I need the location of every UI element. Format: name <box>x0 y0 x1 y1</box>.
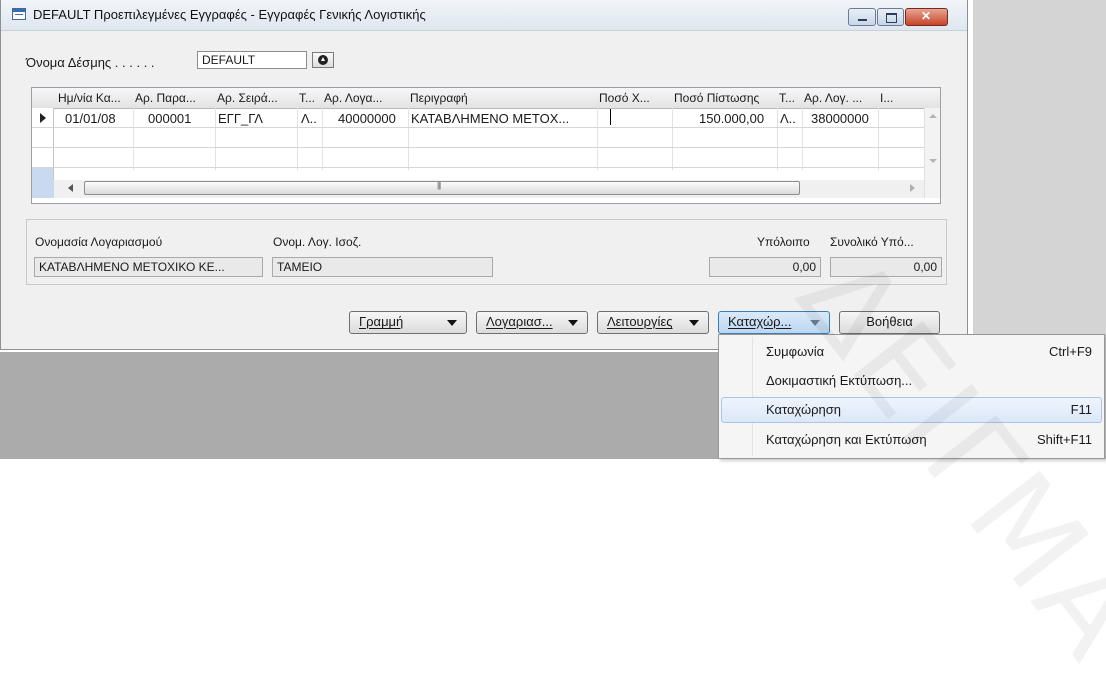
dropdown-arrow-icon <box>568 320 578 326</box>
column-header-account-no[interactable]: Αρ. Λογα... <box>324 91 407 105</box>
form-icon <box>12 8 26 20</box>
batch-name-label: Όνομα Δέσμης . . . . . . <box>26 55 155 70</box>
help-button-label: Βοήθεια <box>866 314 913 329</box>
dropdown-arrow-icon <box>810 320 820 326</box>
help-button[interactable]: Βοήθεια <box>839 311 940 334</box>
grid-header: Ημ/νία Κα... Αρ. Παρα... Αρ. Σειρά... Τ.… <box>32 88 940 109</box>
account-menu-button[interactable]: Λογαριασ... <box>476 311 588 334</box>
post-button-label: Καταχώρ... <box>728 314 792 329</box>
scroll-left-icon[interactable] <box>68 184 73 192</box>
cell-posting-date[interactable]: 01/01/08 <box>65 111 116 126</box>
menu-item-post-and-print[interactable]: Καταχώρηση και Εκτύπωση Shift+F11 <box>721 427 1102 453</box>
column-header-bal-type[interactable]: Τ... <box>779 91 801 105</box>
menu-item-shortcut: Ctrl+F9 <box>1049 344 1092 359</box>
row-selector[interactable] <box>32 168 54 180</box>
account-name-label: Ονομασία Λογαριασμού <box>35 235 163 249</box>
cell-credit[interactable]: 150.000,00 <box>699 111 764 126</box>
maximize-button[interactable] <box>877 8 904 26</box>
line-button-label: Γραμμή <box>359 314 404 329</box>
post-dropdown-menu: Συμφωνία Ctrl+F9 Δοκιμαστική Εκτύπωση...… <box>718 334 1105 459</box>
total-balance-field: 0,00 <box>830 257 942 277</box>
cell-bal-type[interactable]: Λ.. <box>780 111 796 126</box>
scroll-up-icon[interactable] <box>929 114 937 118</box>
column-header-account-type[interactable]: Τ... <box>299 91 321 105</box>
batch-name-field[interactable]: DEFAULT <box>197 51 307 69</box>
vertical-scrollbar[interactable] <box>924 108 940 198</box>
journal-lines-grid: Ημ/νία Κα... Αρ. Παρα... Αρ. Σειρά... Τ.… <box>31 87 941 204</box>
table-row[interactable]: 01/01/08 000001 ΕΓΓ_ΓΛ Λ.. 40000000 ΚΑΤΑ… <box>32 108 940 128</box>
account-info-panel: Ονομασία Λογαριασμού ΚΑΤΑΒΛΗΜΕΝΟ ΜΕΤΟΧΙΚ… <box>26 219 947 285</box>
post-menu-button[interactable]: Καταχώρ... <box>718 311 830 334</box>
row-selector[interactable] <box>32 148 54 167</box>
close-button[interactable] <box>905 8 948 26</box>
menu-item-label: Δοκιμαστική Εκτύπωση... <box>766 373 913 388</box>
menu-item-label: Συμφωνία <box>766 344 825 359</box>
scroll-down-icon[interactable] <box>929 159 937 163</box>
dropdown-arrow-icon <box>689 320 699 326</box>
functions-button-label: Λειτουργίες <box>607 314 673 329</box>
cell-account-type[interactable]: Λ.. <box>301 111 317 126</box>
row-pointer-icon[interactable] <box>32 108 54 127</box>
column-header-description[interactable]: Περιγραφή <box>410 91 590 105</box>
column-header-series[interactable]: Αρ. Σειρά... <box>217 91 295 105</box>
balance-label: Υπόλοιπο <box>757 235 810 249</box>
journal-window: DEFAULT Προεπιλεγμένες Εγγραφές - Εγγραφ… <box>0 0 968 350</box>
balance-account-label: Ονομ. Λογ. Ισοζ. <box>273 235 362 249</box>
menu-item-label: Καταχώρηση <box>766 402 841 417</box>
text-cursor <box>610 109 611 125</box>
column-header-extra[interactable]: Ι... <box>880 91 902 105</box>
column-header-bal-account[interactable]: Αρ. Λογ. ... <box>804 91 876 105</box>
functions-menu-button[interactable]: Λειτουργίες <box>597 311 709 334</box>
menu-item-test-report[interactable]: Δοκιμαστική Εκτύπωση... <box>721 368 1102 394</box>
table-row[interactable] <box>32 128 940 148</box>
menu-item-shortcut: Shift+F11 <box>1036 432 1092 447</box>
row-selector[interactable] <box>32 128 54 147</box>
minimize-button[interactable] <box>848 8 876 26</box>
row-selector <box>32 180 54 198</box>
account-name-field: ΚΑΤΑΒΛΗΜΕΝΟ ΜΕΤΟΧΙΚΟ ΚΕ... <box>34 257 263 277</box>
column-header-credit[interactable]: Ποσό Πίστωσης <box>674 91 774 105</box>
menu-item-post[interactable]: Καταχώρηση F11 <box>721 397 1102 423</box>
account-button-label: Λογαριασ... <box>486 314 553 329</box>
dropdown-arrow-icon <box>447 320 457 326</box>
cell-series[interactable]: ΕΓΓ_ΓΛ <box>218 111 263 126</box>
balance-account-field: ΤΑΜΕΙΟ <box>272 257 493 277</box>
line-menu-button[interactable]: Γραμμή <box>349 311 467 334</box>
cell-account-no[interactable]: 40000000 <box>338 111 396 126</box>
column-header-posting-date[interactable]: Ημ/νία Κα... <box>58 91 132 105</box>
menu-item-reconcile[interactable]: Συμφωνία Ctrl+F9 <box>721 339 1102 365</box>
scrollbar-thumb[interactable] <box>84 181 800 195</box>
menu-item-label: Καταχώρηση και Εκτύπωση <box>766 432 927 447</box>
menu-item-shortcut: F11 <box>1070 402 1092 417</box>
horizontal-scrollbar[interactable] <box>54 180 924 198</box>
title-bar[interactable]: DEFAULT Προεπιλεγμένες Εγγραφές - Εγγραφ… <box>1 0 967 31</box>
lookup-icon[interactable] <box>312 52 334 68</box>
scroll-right-icon[interactable] <box>910 184 915 192</box>
window-title: DEFAULT Προεπιλεγμένες Εγγραφές - Εγγραφ… <box>33 7 426 22</box>
balance-field: 0,00 <box>709 257 821 277</box>
table-row[interactable] <box>32 148 940 168</box>
table-row[interactable] <box>32 168 940 180</box>
cell-document-no[interactable]: 000001 <box>148 111 191 126</box>
column-header-document-no[interactable]: Αρ. Παρα... <box>135 91 213 105</box>
total-balance-label: Συνολικό Υπό... <box>830 235 914 249</box>
cell-bal-account[interactable]: 38000000 <box>811 111 869 126</box>
column-header-debit[interactable]: Ποσό Χ... <box>599 91 669 105</box>
cell-description[interactable]: ΚΑΤΑΒΛΗΜΕΝΟ ΜΕΤΟΧ... <box>411 111 569 126</box>
